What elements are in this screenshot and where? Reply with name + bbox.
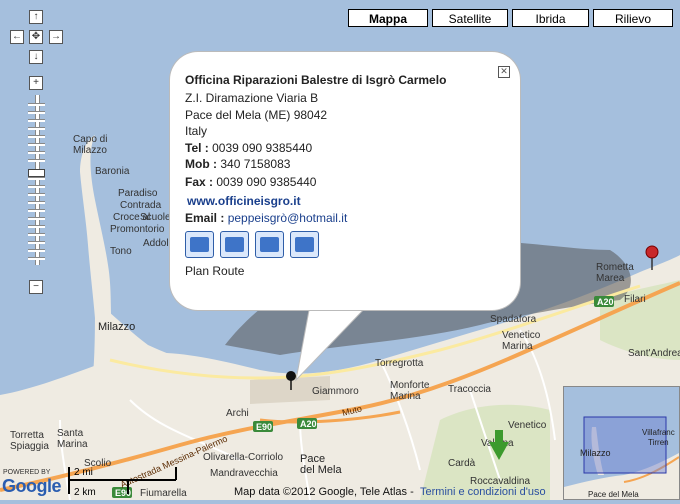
email-row: Email : peppeisgrò@hotmail.it bbox=[185, 211, 347, 225]
maptype-terrain-button[interactable]: Rilievo bbox=[593, 9, 673, 27]
overview-map[interactable]: Milazzo Villafranc Tirren Pace del Mela bbox=[563, 386, 680, 500]
label-mandravecchia: Mandravecchia bbox=[210, 468, 278, 479]
google-logo[interactable]: Google bbox=[2, 476, 62, 497]
label-contrada: Contrada bbox=[120, 200, 162, 211]
route-tow-icon[interactable] bbox=[290, 231, 319, 258]
label-promontorio: Promontorio bbox=[110, 224, 165, 235]
zoom-slider[interactable] bbox=[28, 95, 45, 265]
label-filari: Filari bbox=[624, 294, 646, 305]
fax-label: Fax : bbox=[185, 175, 214, 189]
route-car-icon[interactable] bbox=[255, 231, 284, 258]
label-sant-andrea: Sant'Andrea bbox=[628, 348, 680, 359]
scale-label-miles: 2 mi bbox=[74, 467, 93, 478]
email-label: Email : bbox=[185, 211, 225, 225]
maptype-map-button[interactable]: Mappa bbox=[348, 9, 428, 27]
address-line-2: Pace del Mela (ME) 98042 bbox=[185, 108, 328, 122]
label-capo-di-milazzo: Capo di Milazzo bbox=[73, 134, 107, 156]
label-olivarella: Olivarella-Corriolo bbox=[203, 452, 283, 463]
plan-route-link[interactable]: Plan Route bbox=[185, 264, 244, 278]
label-spadafora: Spadafora bbox=[490, 314, 537, 325]
phone-value: 0039 090 9385440 bbox=[212, 141, 313, 155]
svg-text:E90: E90 bbox=[256, 422, 272, 432]
pan-up-icon[interactable]: ↑ bbox=[29, 10, 43, 24]
overview-label-villafranca: Villafranc bbox=[642, 428, 675, 437]
address-country: Italy bbox=[185, 124, 208, 138]
fax-value: 0039 090 9385440 bbox=[216, 175, 317, 189]
pan-down-icon[interactable]: ↓ bbox=[29, 50, 43, 64]
fax-row: Fax : 0039 090 9385440 bbox=[185, 175, 316, 189]
zoom-in-icon[interactable]: + bbox=[29, 76, 43, 90]
powered-by-text: POWERED BY bbox=[3, 469, 51, 476]
pan-right-icon[interactable]: → bbox=[49, 30, 63, 44]
email-link[interactable]: peppeisgrò@hotmail.it bbox=[228, 211, 348, 225]
label-paradiso: Paradiso bbox=[118, 188, 158, 199]
overview-label-pace: Pace del Mela bbox=[588, 490, 639, 499]
maptype-satellite-button[interactable]: Satellite bbox=[432, 9, 508, 27]
label-torretta-spiaggia: Torretta Spiaggia bbox=[10, 430, 49, 452]
mobile-label: Mob : bbox=[185, 157, 217, 171]
business-name: Officina Riparazioni Balestre di Isgrò C… bbox=[185, 73, 447, 87]
label-venetico: Venetico bbox=[508, 420, 547, 431]
label-milazzo: Milazzo bbox=[98, 321, 135, 333]
label-tracoccia: Tracoccia bbox=[448, 384, 491, 395]
address-line-1: Z.I. Diramazione Viaria B bbox=[185, 91, 319, 105]
svg-text:A20: A20 bbox=[597, 297, 614, 307]
mobile-row: Mob : 340 7158083 bbox=[185, 157, 290, 171]
highway-shield-a20: A20 bbox=[297, 418, 317, 429]
label-carda: Cardà bbox=[448, 458, 476, 469]
pan-center-icon[interactable]: ✥ bbox=[29, 30, 43, 44]
label-archi: Archi bbox=[226, 408, 249, 419]
label-giammoro: Giammoro bbox=[312, 386, 359, 397]
website-link[interactable]: www.officineisgro.it bbox=[187, 194, 301, 208]
overview-label-milazzo: Milazzo bbox=[580, 448, 611, 458]
scale-label-km: 2 km bbox=[74, 487, 96, 498]
label-croce-al: Croce al bbox=[113, 212, 150, 223]
highway-shield-e90: E90 bbox=[253, 421, 273, 432]
infowindow-close-button[interactable]: ✕ bbox=[498, 66, 510, 78]
terms-link[interactable]: Termini e condizioni d'uso bbox=[420, 486, 546, 498]
svg-text:A20: A20 bbox=[300, 419, 317, 429]
label-torregrotta: Torregrotta bbox=[375, 358, 424, 369]
map-copyright: Map data ©2012 Google, Tele Atlas - bbox=[234, 486, 414, 498]
route-van-icon[interactable] bbox=[220, 231, 249, 258]
label-tono: Tono bbox=[110, 246, 132, 257]
zoom-out-icon[interactable]: − bbox=[29, 280, 43, 294]
maptype-hybrid-button[interactable]: Ibrida bbox=[512, 9, 589, 27]
phone-label: Tel : bbox=[185, 141, 209, 155]
highway-shield-a20-east: A20 bbox=[594, 296, 614, 307]
zoom-slider-thumb[interactable] bbox=[28, 169, 45, 177]
route-truck-icon[interactable] bbox=[185, 231, 214, 258]
overview-label-tirreno: Tirren bbox=[648, 438, 669, 447]
pan-left-icon[interactable]: ← bbox=[10, 30, 24, 44]
phone-row: Tel : 0039 090 9385440 bbox=[185, 141, 312, 155]
label-baronia: Baronia bbox=[95, 166, 130, 177]
mobile-value: 340 7158083 bbox=[220, 157, 291, 171]
